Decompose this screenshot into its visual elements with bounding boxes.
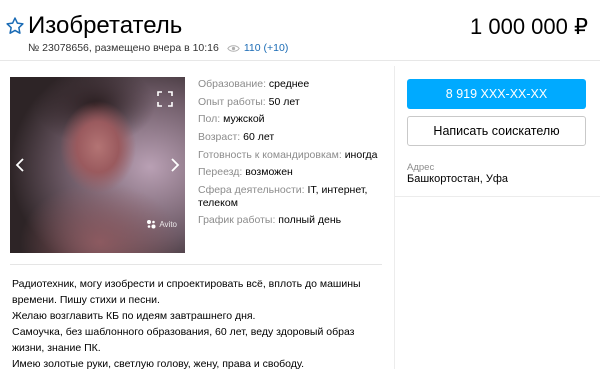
write-to-applicant-button[interactable]: Написать соискателю [407,116,586,146]
listing-meta: № 23078656, размещено вчера в 10:16 110 … [28,42,288,54]
param-label: Переезд: [198,166,243,178]
param-value: среднее [268,78,310,90]
views-today: (+10) [263,42,289,54]
param-label: График работы: [198,214,276,226]
sidebar-divider [395,196,600,197]
param-label: Возраст: [198,131,241,143]
param-value: 60 лет [243,131,275,143]
param-value: 50 лет [268,96,300,108]
param-experience: Опыт работы: 50 лет [198,96,383,109]
description-paragraph: Самоучка, без шаблонного образования, 60… [12,326,355,354]
favorite-star-icon[interactable] [5,16,25,36]
param-label: Опыт работы: [198,96,266,108]
listing-number-date: № 23078656, размещено вчера в 10:16 [28,42,219,54]
description-paragraph: Желаю возглавить КБ по идеям завтрашнего… [12,310,256,322]
description-paragraph: Имею золотые руки, светлую голову, жену,… [12,358,305,369]
description-divider [10,264,382,265]
listing-page: Изобретатель 1 000 000 ₽ № 23078656, раз… [0,0,600,369]
param-business-trips: Готовность к командировкам: иногда [198,149,383,162]
views-counter[interactable]: 110 (+10) [227,42,288,54]
watermark-text: Avito [159,219,177,229]
address-value: Башкортостан, Уфа [407,173,508,185]
header-divider [0,60,600,61]
prev-photo-arrow-icon[interactable] [15,157,25,173]
param-field: Сфера деятельности: IT, интернет, телеко… [198,184,370,210]
param-value: полный день [278,214,342,226]
photo-gallery[interactable]: Avito [10,77,185,253]
listing-price: 1 000 000 ₽ [470,14,588,39]
avito-watermark: Avito [146,219,177,229]
avito-logo-icon [147,220,156,229]
description: Радиотехник, могу изобрести и спроектиро… [12,276,382,369]
param-label: Пол: [198,113,221,125]
param-value: возможен [245,166,293,178]
views-total: 110 [243,42,261,54]
param-schedule: График работы: полный день [198,214,383,227]
fullscreen-icon[interactable] [157,91,173,107]
param-education: Образование: среднее [198,78,383,91]
listing-title: Изобретатель [28,12,183,39]
column-divider [394,66,395,369]
show-phone-button[interactable]: 8 919 XXX-XX-XX [407,79,586,109]
param-age: Возраст: 60 лет [198,131,383,144]
param-label: Готовность к командировкам: [198,149,342,161]
param-relocation: Переезд: возможен [198,166,383,179]
param-label: Образование: [198,78,266,90]
description-paragraph: Радиотехник, могу изобрести и спроектиро… [12,278,361,306]
address-label: Адрес [407,162,435,173]
eye-icon [227,44,240,52]
param-gender: Пол: мужской [198,113,383,126]
param-label: Сфера деятельности: [198,184,305,196]
param-value: мужской [223,113,265,125]
next-photo-arrow-icon[interactable] [170,157,180,173]
param-value: иногда [344,149,378,161]
